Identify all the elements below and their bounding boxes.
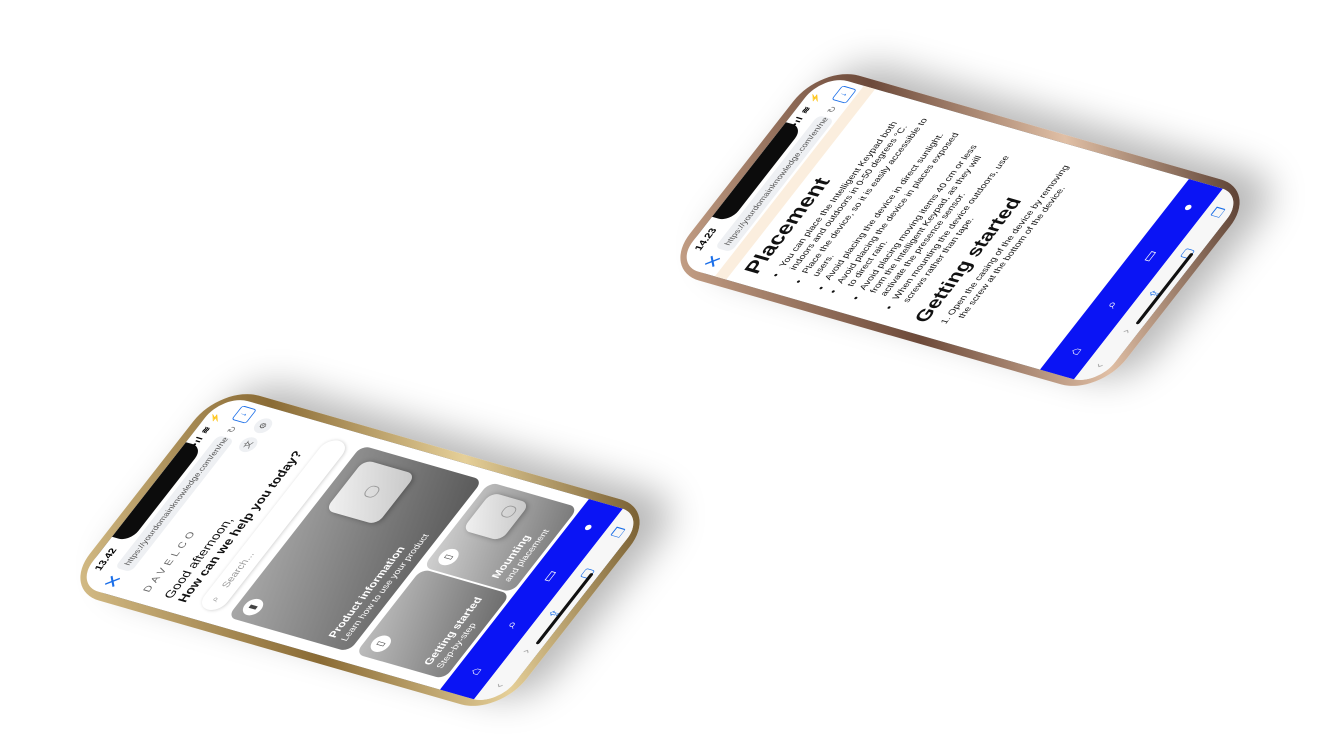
document-icon: ▯ [434, 546, 463, 568]
search-icon[interactable]: ⌕ [1102, 299, 1121, 310]
user-icon[interactable]: ● [578, 522, 597, 533]
back-icon[interactable]: ‹ [1091, 362, 1107, 369]
screen-right: 14.23 •ıl ≋ ⚡ ✕ https://yourdomainknowle… [674, 74, 1246, 386]
tabs-icon[interactable]: ❐ [608, 525, 629, 539]
user-icon[interactable]: ● [1178, 202, 1197, 213]
forward-icon[interactable]: › [1118, 327, 1134, 334]
product-image [461, 492, 531, 542]
home-icon[interactable]: ⌂ [1066, 346, 1085, 357]
refresh-icon[interactable]: ↻ [225, 425, 239, 434]
search-icon: ⌕ [208, 595, 223, 604]
chat-icon[interactable]: ▭ [1138, 248, 1161, 264]
product-image [324, 459, 417, 525]
book-icon: ▮ [238, 596, 268, 618]
stage: 13.42 •ıl ≋ ⚡ ✕ https://yourdomainknowle… [0, 0, 1341, 747]
search-placeholder: Search... [219, 551, 257, 589]
document-icon: ▯ [366, 633, 396, 654]
translate-icon[interactable]: 文 [235, 435, 262, 454]
forward-icon[interactable]: › [518, 647, 534, 654]
chat-icon[interactable]: ▭ [538, 568, 561, 584]
search-icon[interactable]: ⌕ [502, 619, 521, 630]
screen-left: 13.42 •ıl ≋ ⚡ ✕ https://yourdomainknowle… [74, 394, 646, 706]
tabs-icon[interactable]: ❐ [1208, 205, 1229, 219]
download-icon[interactable]: ↓ [231, 405, 257, 424]
close-icon[interactable]: ✕ [98, 571, 130, 591]
home-icon[interactable]: ⌂ [466, 666, 485, 677]
phone-left: 13.42 •ıl ≋ ⚡ ✕ https://yourdomainknowle… [61, 384, 659, 716]
back-icon[interactable]: ‹ [491, 682, 507, 689]
settings-icon[interactable]: ⚙ [250, 416, 276, 435]
refresh-icon[interactable]: ↻ [825, 105, 839, 114]
tab-bar: ⌂ ⌕ ▭ ● [1039, 178, 1223, 380]
phone-right: 14.23 •ıl ≋ ⚡ ✕ https://yourdomainknowle… [661, 64, 1259, 396]
